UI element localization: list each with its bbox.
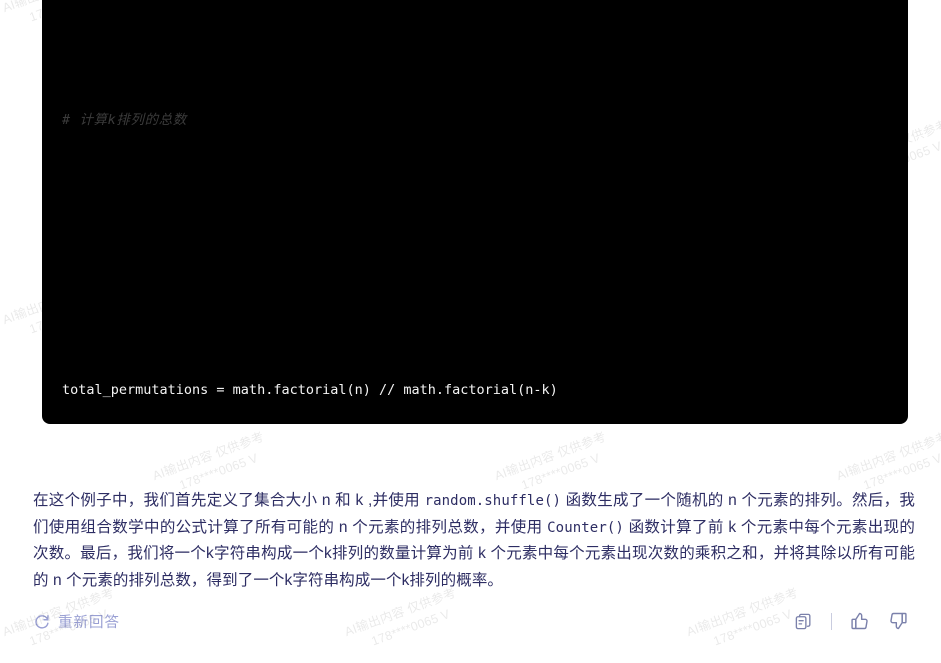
code-comment: # 计算k排列的总数 [62,112,187,128]
like-button[interactable] [848,609,872,633]
thumbs-up-icon [850,611,870,631]
code-line: total_permutations = math.factorial(n) /… [62,368,888,413]
regenerate-label: 重新回答 [58,614,120,631]
copy-icon [794,612,813,631]
answer-paragraph: 在这个例子中，我们首先定义了集合大小 n 和 k ,并使用 random.shu… [33,488,915,594]
paragraph-segment: 在这个例子中，我们首先定义了集合大小 n 和 k ,并使用 [33,492,425,509]
thumbs-down-icon [888,611,908,631]
code-line: # 计算k排列的总数 [62,98,888,143]
inline-code-shuffle: random.shuffle() [424,493,562,509]
toolbar-divider [831,612,832,630]
refresh-icon [33,613,50,630]
answer-toolbar: 重新回答 [33,604,910,638]
code-text: total_permutations = math.factorial(n) /… [62,382,558,398]
dislike-button[interactable] [886,609,910,633]
code-content: # 计算k排列的总数 total_permutations = math.fac… [42,0,908,424]
copy-button[interactable] [791,609,815,633]
feedback-icon-group [791,609,910,633]
inline-code-counter: Counter() [547,519,624,536]
code-block: # 计算k排列的总数 total_permutations = math.fac… [42,0,908,424]
chat-answer-page: # 计算k排列的总数 total_permutations = math.fac… [0,0,941,663]
regenerate-button[interactable]: 重新回答 [33,611,120,632]
